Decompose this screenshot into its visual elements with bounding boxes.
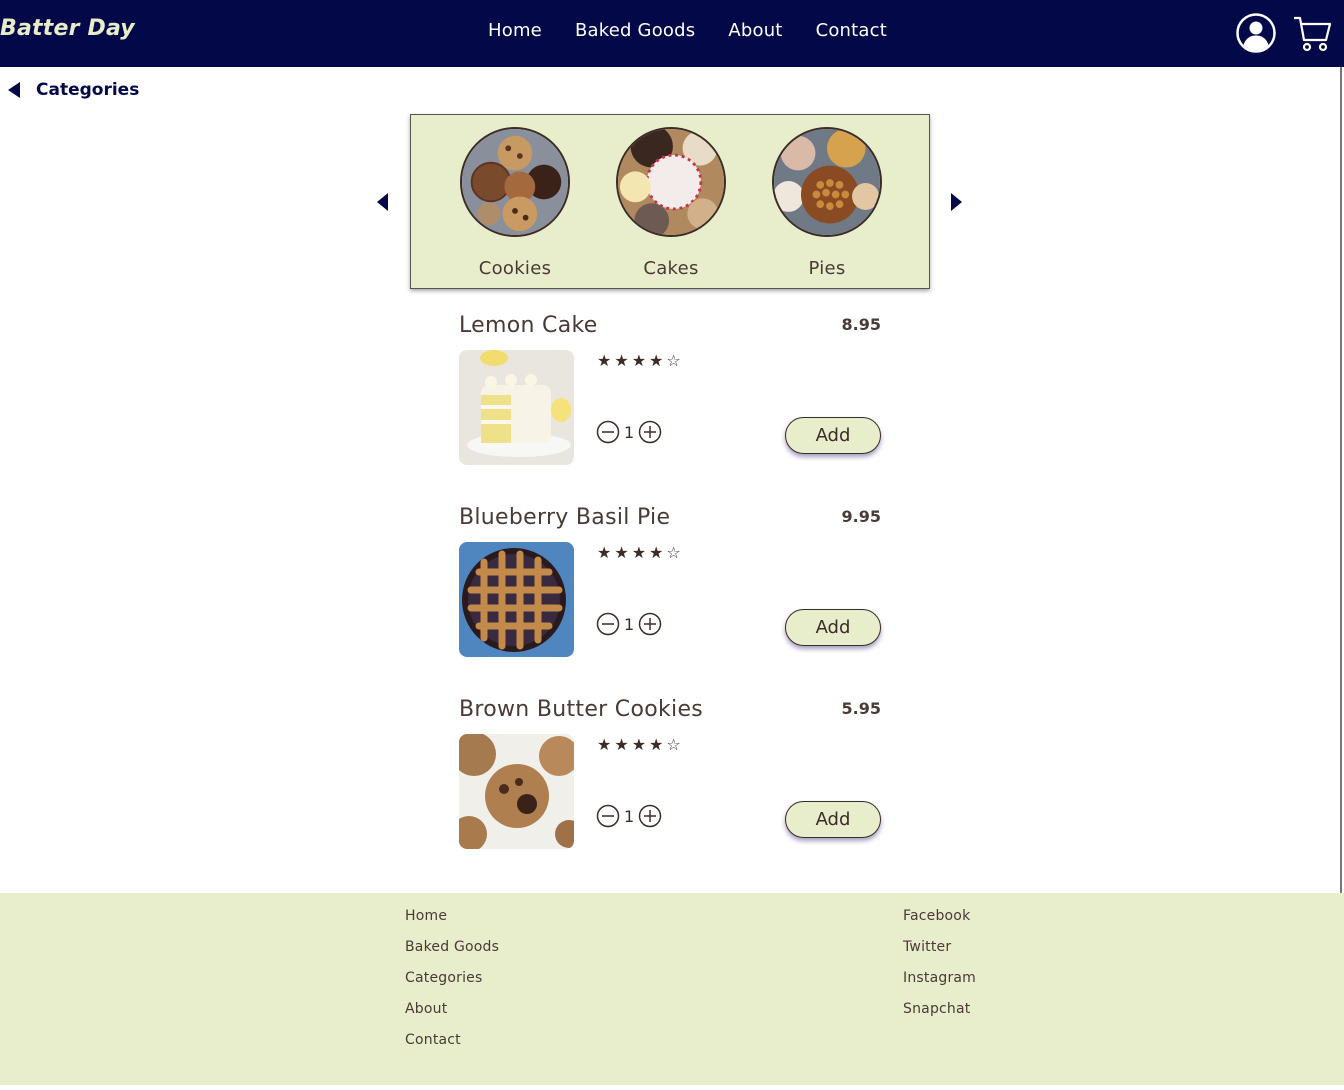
rating-stars: ★ ★ ★ ★ ☆ — [597, 545, 681, 561]
star-filled-icon: ★ — [649, 735, 664, 754]
cakes-image — [616, 125, 726, 238]
main-nav: Home Baked Goods About Contact — [488, 20, 887, 41]
nav-contact[interactable]: Contact — [816, 20, 887, 41]
footer-link-snapchat[interactable]: Snapchat — [903, 1000, 976, 1019]
cookies-image — [460, 127, 570, 237]
product-name: Brown Butter Cookies — [459, 697, 704, 722]
add-to-cart-button[interactable]: Add — [785, 801, 881, 838]
footer-link-baked-goods[interactable]: Baked Goods — [405, 938, 499, 957]
product-brown-butter-cookies: Brown Butter Cookies 5.95 ★ ★ ★ ★ ☆ 1 Ad… — [459, 697, 881, 857]
footer-link-twitter[interactable]: Twitter — [903, 938, 976, 957]
star-empty-icon: ☆ — [666, 735, 681, 754]
category-carousel: Cookies Cakes Pies — [410, 114, 930, 289]
page-edge-divider — [1340, 67, 1342, 893]
category-pies[interactable]: Pies — [772, 127, 882, 279]
plus-circle-icon[interactable] — [638, 612, 662, 636]
category-label: Pies — [808, 258, 846, 279]
footer: Home Baked Goods Categories About Contac… — [0, 893, 1344, 1085]
plus-circle-icon[interactable] — [638, 420, 662, 444]
quantity-stepper: 1 — [596, 612, 662, 636]
footer-social-links: Facebook Twitter Instagram Snapchat — [903, 907, 976, 1019]
footer-link-home[interactable]: Home — [405, 907, 499, 926]
carousel-prev-icon[interactable] — [377, 193, 388, 211]
product-blueberry-basil-pie: Blueberry Basil Pie 9.95 ★ ★ ★ ★ ☆ 1 Add — [459, 505, 881, 665]
star-filled-icon: ★ — [597, 543, 612, 562]
star-empty-icon: ☆ — [666, 351, 681, 370]
product-price: 9.95 — [841, 507, 881, 526]
footer-link-facebook[interactable]: Facebook — [903, 907, 976, 926]
lemon-cake-image[interactable] — [459, 350, 574, 465]
footer-link-contact[interactable]: Contact — [405, 1031, 499, 1050]
carousel-next-icon[interactable] — [951, 193, 962, 211]
category-label: Cookies — [478, 258, 552, 279]
star-filled-icon: ★ — [649, 351, 664, 370]
rating-stars: ★ ★ ★ ★ ☆ — [597, 353, 681, 369]
nav-home[interactable]: Home — [488, 20, 542, 41]
quantity-value: 1 — [624, 422, 635, 442]
footer-link-categories[interactable]: Categories — [405, 969, 499, 988]
brown-butter-cookies-image[interactable] — [459, 734, 574, 849]
quantity-value: 1 — [624, 614, 635, 634]
minus-circle-icon[interactable] — [596, 612, 620, 636]
nav-about[interactable]: About — [728, 20, 782, 41]
product-lemon-cake: Lemon Cake 8.95 ★ ★ ★ ★ ☆ 1 Add — [459, 313, 881, 473]
add-to-cart-button[interactable]: Add — [785, 417, 881, 454]
star-filled-icon: ★ — [614, 543, 629, 562]
footer-site-links: Home Baked Goods Categories About Contac… — [405, 907, 499, 1050]
star-filled-icon: ★ — [649, 543, 664, 562]
back-label: Categories — [36, 80, 140, 100]
back-arrow-icon — [8, 82, 20, 98]
category-cakes[interactable]: Cakes — [616, 125, 726, 279]
quantity-stepper: 1 — [596, 804, 662, 828]
quantity-stepper: 1 — [596, 420, 662, 444]
pies-image — [772, 127, 882, 237]
minus-circle-icon[interactable] — [596, 804, 620, 828]
star-filled-icon: ★ — [614, 351, 629, 370]
star-filled-icon: ★ — [631, 735, 647, 754]
product-name: Blueberry Basil Pie — [459, 505, 671, 530]
star-filled-icon: ★ — [597, 351, 612, 370]
nav-baked-goods[interactable]: Baked Goods — [575, 20, 695, 41]
star-empty-icon: ☆ — [666, 543, 681, 562]
category-label: Cakes — [643, 258, 699, 279]
star-filled-icon: ★ — [631, 543, 647, 562]
shopping-cart-icon[interactable] — [1292, 14, 1332, 54]
top-navbar: Batter Day Home Baked Goods About Contac… — [0, 0, 1344, 67]
plus-circle-icon[interactable] — [638, 804, 662, 828]
product-name: Lemon Cake — [459, 313, 598, 338]
category-cookies[interactable]: Cookies — [460, 127, 570, 279]
star-filled-icon: ★ — [597, 735, 612, 754]
product-price: 5.95 — [841, 699, 881, 718]
star-filled-icon: ★ — [614, 735, 629, 754]
rating-stars: ★ ★ ★ ★ ☆ — [597, 737, 681, 753]
back-to-categories[interactable]: Categories — [8, 80, 139, 100]
star-filled-icon: ★ — [631, 351, 647, 370]
brand-logo[interactable]: Batter Day — [0, 16, 135, 41]
blueberry-pie-image[interactable] — [459, 542, 574, 657]
footer-link-instagram[interactable]: Instagram — [903, 969, 976, 988]
add-to-cart-button[interactable]: Add — [785, 609, 881, 646]
product-price: 8.95 — [841, 315, 881, 334]
footer-link-about[interactable]: About — [405, 1000, 499, 1019]
quantity-value: 1 — [624, 806, 635, 826]
minus-circle-icon[interactable] — [596, 420, 620, 444]
user-circle-icon[interactable] — [1235, 12, 1277, 54]
